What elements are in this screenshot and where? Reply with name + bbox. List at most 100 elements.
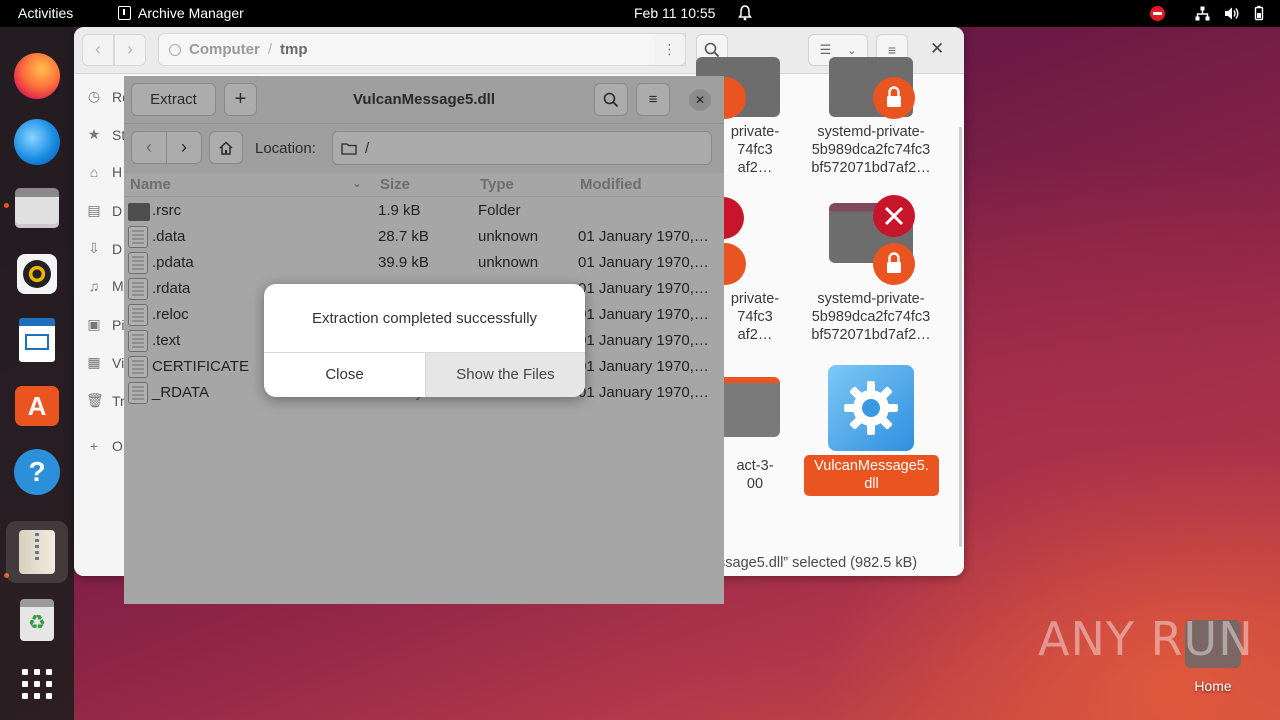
- row-name: CERTIFICATE: [152, 358, 249, 375]
- folder-icon: [128, 203, 150, 221]
- path-menu-button[interactable]: ⋮: [654, 33, 686, 66]
- row-name: .data: [152, 228, 186, 245]
- clock-icon: ◷: [87, 88, 101, 104]
- binary-file-icon: [128, 278, 148, 300]
- row-type: unknown: [478, 254, 539, 271]
- home-icon: ⌂: [89, 164, 99, 180]
- archive-home-button[interactable]: [209, 131, 243, 164]
- clock[interactable]: Feb 11 10:55: [634, 5, 715, 21]
- archive-back-button[interactable]: ‹: [131, 131, 167, 164]
- close-button[interactable]: Close: [264, 353, 425, 397]
- chevron-down-icon[interactable]: ⌄: [352, 176, 362, 190]
- column-header-size[interactable]: Size: [380, 176, 410, 193]
- binary-file-icon: [128, 252, 148, 274]
- sidebar-item-trash[interactable]: 🗑 Tr: [86, 392, 125, 409]
- sidebar-item-music[interactable]: ♫ M: [86, 278, 124, 294]
- row-type: Folder: [478, 202, 521, 219]
- film-icon: ▦: [87, 354, 101, 370]
- table-row[interactable]: .data 28.7 kB unknown 01 January 1970,…: [124, 224, 724, 250]
- dock-rhythmbox[interactable]: [6, 243, 68, 305]
- dock-files[interactable]: [6, 177, 68, 239]
- app-menu-label: Archive Manager: [138, 5, 244, 21]
- column-header-modified[interactable]: Modified: [580, 176, 642, 193]
- dock-show-apps[interactable]: [6, 653, 68, 715]
- column-header-type[interactable]: Type: [480, 176, 514, 193]
- dock-trash[interactable]: ♻: [6, 589, 68, 651]
- show-apps-icon: [22, 669, 52, 699]
- dock-libreoffice-writer[interactable]: [6, 309, 68, 371]
- sidebar-item-pictures[interactable]: ▣ Pi: [86, 316, 124, 333]
- activities-button[interactable]: Activities: [18, 5, 73, 21]
- archive-header-bar: Extract + VulcanMessage5.dll ≡ ✕: [124, 76, 724, 123]
- files-icon: [15, 188, 59, 228]
- plus-icon: +: [89, 438, 99, 454]
- sidebar-item-starred[interactable]: ★ St: [86, 126, 126, 143]
- dialog-button-row: Close Show the Files: [264, 352, 585, 397]
- sidebar-item-other-locations[interactable]: + O: [86, 438, 123, 454]
- list-view-icon: ☰: [819, 42, 832, 57]
- file-tile-label[interactable]: systemd-private- 5b989dca2fc74fc3 bf5720…: [796, 290, 946, 344]
- archive-search-button[interactable]: [594, 83, 628, 116]
- thunderbird-icon: [14, 119, 60, 165]
- sidebar-item-documents[interactable]: ▤ D: [86, 202, 122, 219]
- bell-icon[interactable]: [738, 5, 752, 21]
- top-bar: Activities Archive Manager Feb 11 10:55: [0, 0, 1280, 27]
- location-field[interactable]: /: [332, 131, 712, 165]
- lock-icon: [873, 77, 915, 119]
- table-row[interactable]: .pdata 39.9 kB unknown 01 January 1970,…: [124, 250, 724, 276]
- libreoffice-writer-icon: [19, 318, 55, 362]
- row-name: .rsrc: [152, 202, 182, 219]
- search-icon: [704, 42, 720, 58]
- chevron-down-icon: ⌄: [847, 44, 857, 57]
- sidebar-item-videos[interactable]: ▦ Vi: [86, 354, 124, 371]
- recording-indicator-icon[interactable]: [1150, 5, 1165, 21]
- firefox-icon: [14, 53, 60, 99]
- dock-help[interactable]: ?: [6, 441, 68, 503]
- table-row[interactable]: .rsrc 1.9 kB Folder: [124, 198, 724, 224]
- dock-thunderbird[interactable]: [6, 111, 68, 173]
- dll-file-icon[interactable]: [828, 365, 914, 451]
- system-tray[interactable]: [1150, 5, 1264, 21]
- sidebar-item-downloads[interactable]: ⇩ D: [86, 240, 122, 257]
- hamburger-icon: ≡: [887, 42, 897, 58]
- music-icon: ♫: [88, 278, 100, 294]
- app-menu[interactable]: Archive Manager: [118, 5, 244, 21]
- row-modified: 01 January 1970,…: [578, 358, 709, 375]
- show-files-button[interactable]: Show the Files: [425, 353, 585, 397]
- back-button[interactable]: ‹: [82, 34, 114, 66]
- forward-button[interactable]: ›: [114, 34, 146, 66]
- dock-archive-manager[interactable]: [6, 521, 68, 583]
- row-name: .pdata: [152, 254, 194, 271]
- search-icon: [603, 92, 619, 107]
- download-icon: ⇩: [88, 240, 100, 256]
- row-name: _RDATA: [152, 384, 209, 401]
- row-size: 28.7 kB: [378, 228, 429, 245]
- watermark-logo: ANY RUN: [1038, 612, 1254, 666]
- path-bar[interactable]: Computer / tmp: [158, 33, 686, 66]
- window-close-button[interactable]: ✕: [689, 89, 711, 111]
- path-segment-tmp[interactable]: tmp: [280, 41, 308, 58]
- file-tile-label[interactable]: systemd-private- 5b989dca2fc74fc3 bf5720…: [796, 123, 946, 177]
- gear-icon: [844, 381, 898, 435]
- binary-file-icon: [128, 382, 148, 404]
- row-modified: 01 January 1970,…: [578, 332, 709, 349]
- row-type: unknown: [478, 228, 539, 245]
- window-title: VulcanMessage5.dll: [352, 91, 495, 108]
- home-folder-label[interactable]: Home: [1183, 678, 1243, 694]
- row-name: .rdata: [152, 280, 191, 297]
- dock-app-center[interactable]: A: [6, 375, 68, 437]
- dock-firefox[interactable]: [6, 45, 68, 107]
- row-modified: 01 January 1970,…: [578, 306, 709, 323]
- close-icon[interactable]: ✕: [930, 39, 944, 59]
- archive-menu-button[interactable]: ≡: [636, 83, 670, 116]
- scrollbar[interactable]: [959, 127, 962, 547]
- row-modified: 01 January 1970,…: [578, 254, 709, 271]
- sidebar-item-home[interactable]: ⌂ H: [86, 164, 122, 180]
- selected-file-label[interactable]: VulcanMessage5. dll: [804, 455, 939, 496]
- trash-icon: ♻: [20, 599, 54, 641]
- dock: A ? ♻: [0, 27, 74, 720]
- column-header-name[interactable]: Name: [130, 176, 171, 193]
- path-segment-computer[interactable]: Computer: [189, 41, 260, 58]
- archive-forward-button[interactable]: ›: [166, 131, 202, 164]
- binary-file-icon: [128, 304, 148, 326]
